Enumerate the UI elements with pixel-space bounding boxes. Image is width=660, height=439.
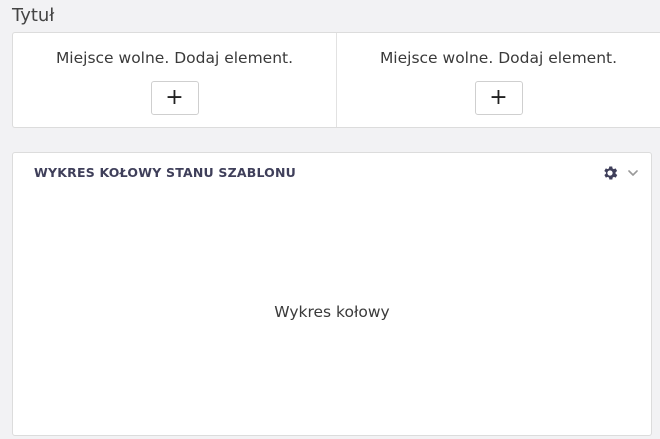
empty-slot-text: Miejsce wolne. Dodaj element. [55,49,294,67]
add-element-button[interactable]: + [150,81,199,115]
empty-slot: Miejsce wolne. Dodaj element. + [13,33,336,127]
widget-title: WYKRES KOŁOWY STANU SZABLONU [34,165,297,180]
gear-icon[interactable] [601,164,619,182]
chevron-down-icon[interactable] [627,167,639,179]
chart-placeholder-text: Wykres kołowy [274,303,390,321]
pie-chart-widget: WYKRES KOŁOWY STANU SZABLONU Wykres koło… [12,152,652,436]
empty-slot-text: Miejsce wolne. Dodaj element. [379,49,618,67]
page-title: Tytuł [12,5,55,26]
empty-slot: Miejsce wolne. Dodaj element. + [336,33,660,127]
add-element-button[interactable]: + [474,81,523,115]
empty-slots-row: Miejsce wolne. Dodaj element. + Miejsce … [12,32,660,128]
widget-header: WYKRES KOŁOWY STANU SZABLONU [13,153,651,193]
